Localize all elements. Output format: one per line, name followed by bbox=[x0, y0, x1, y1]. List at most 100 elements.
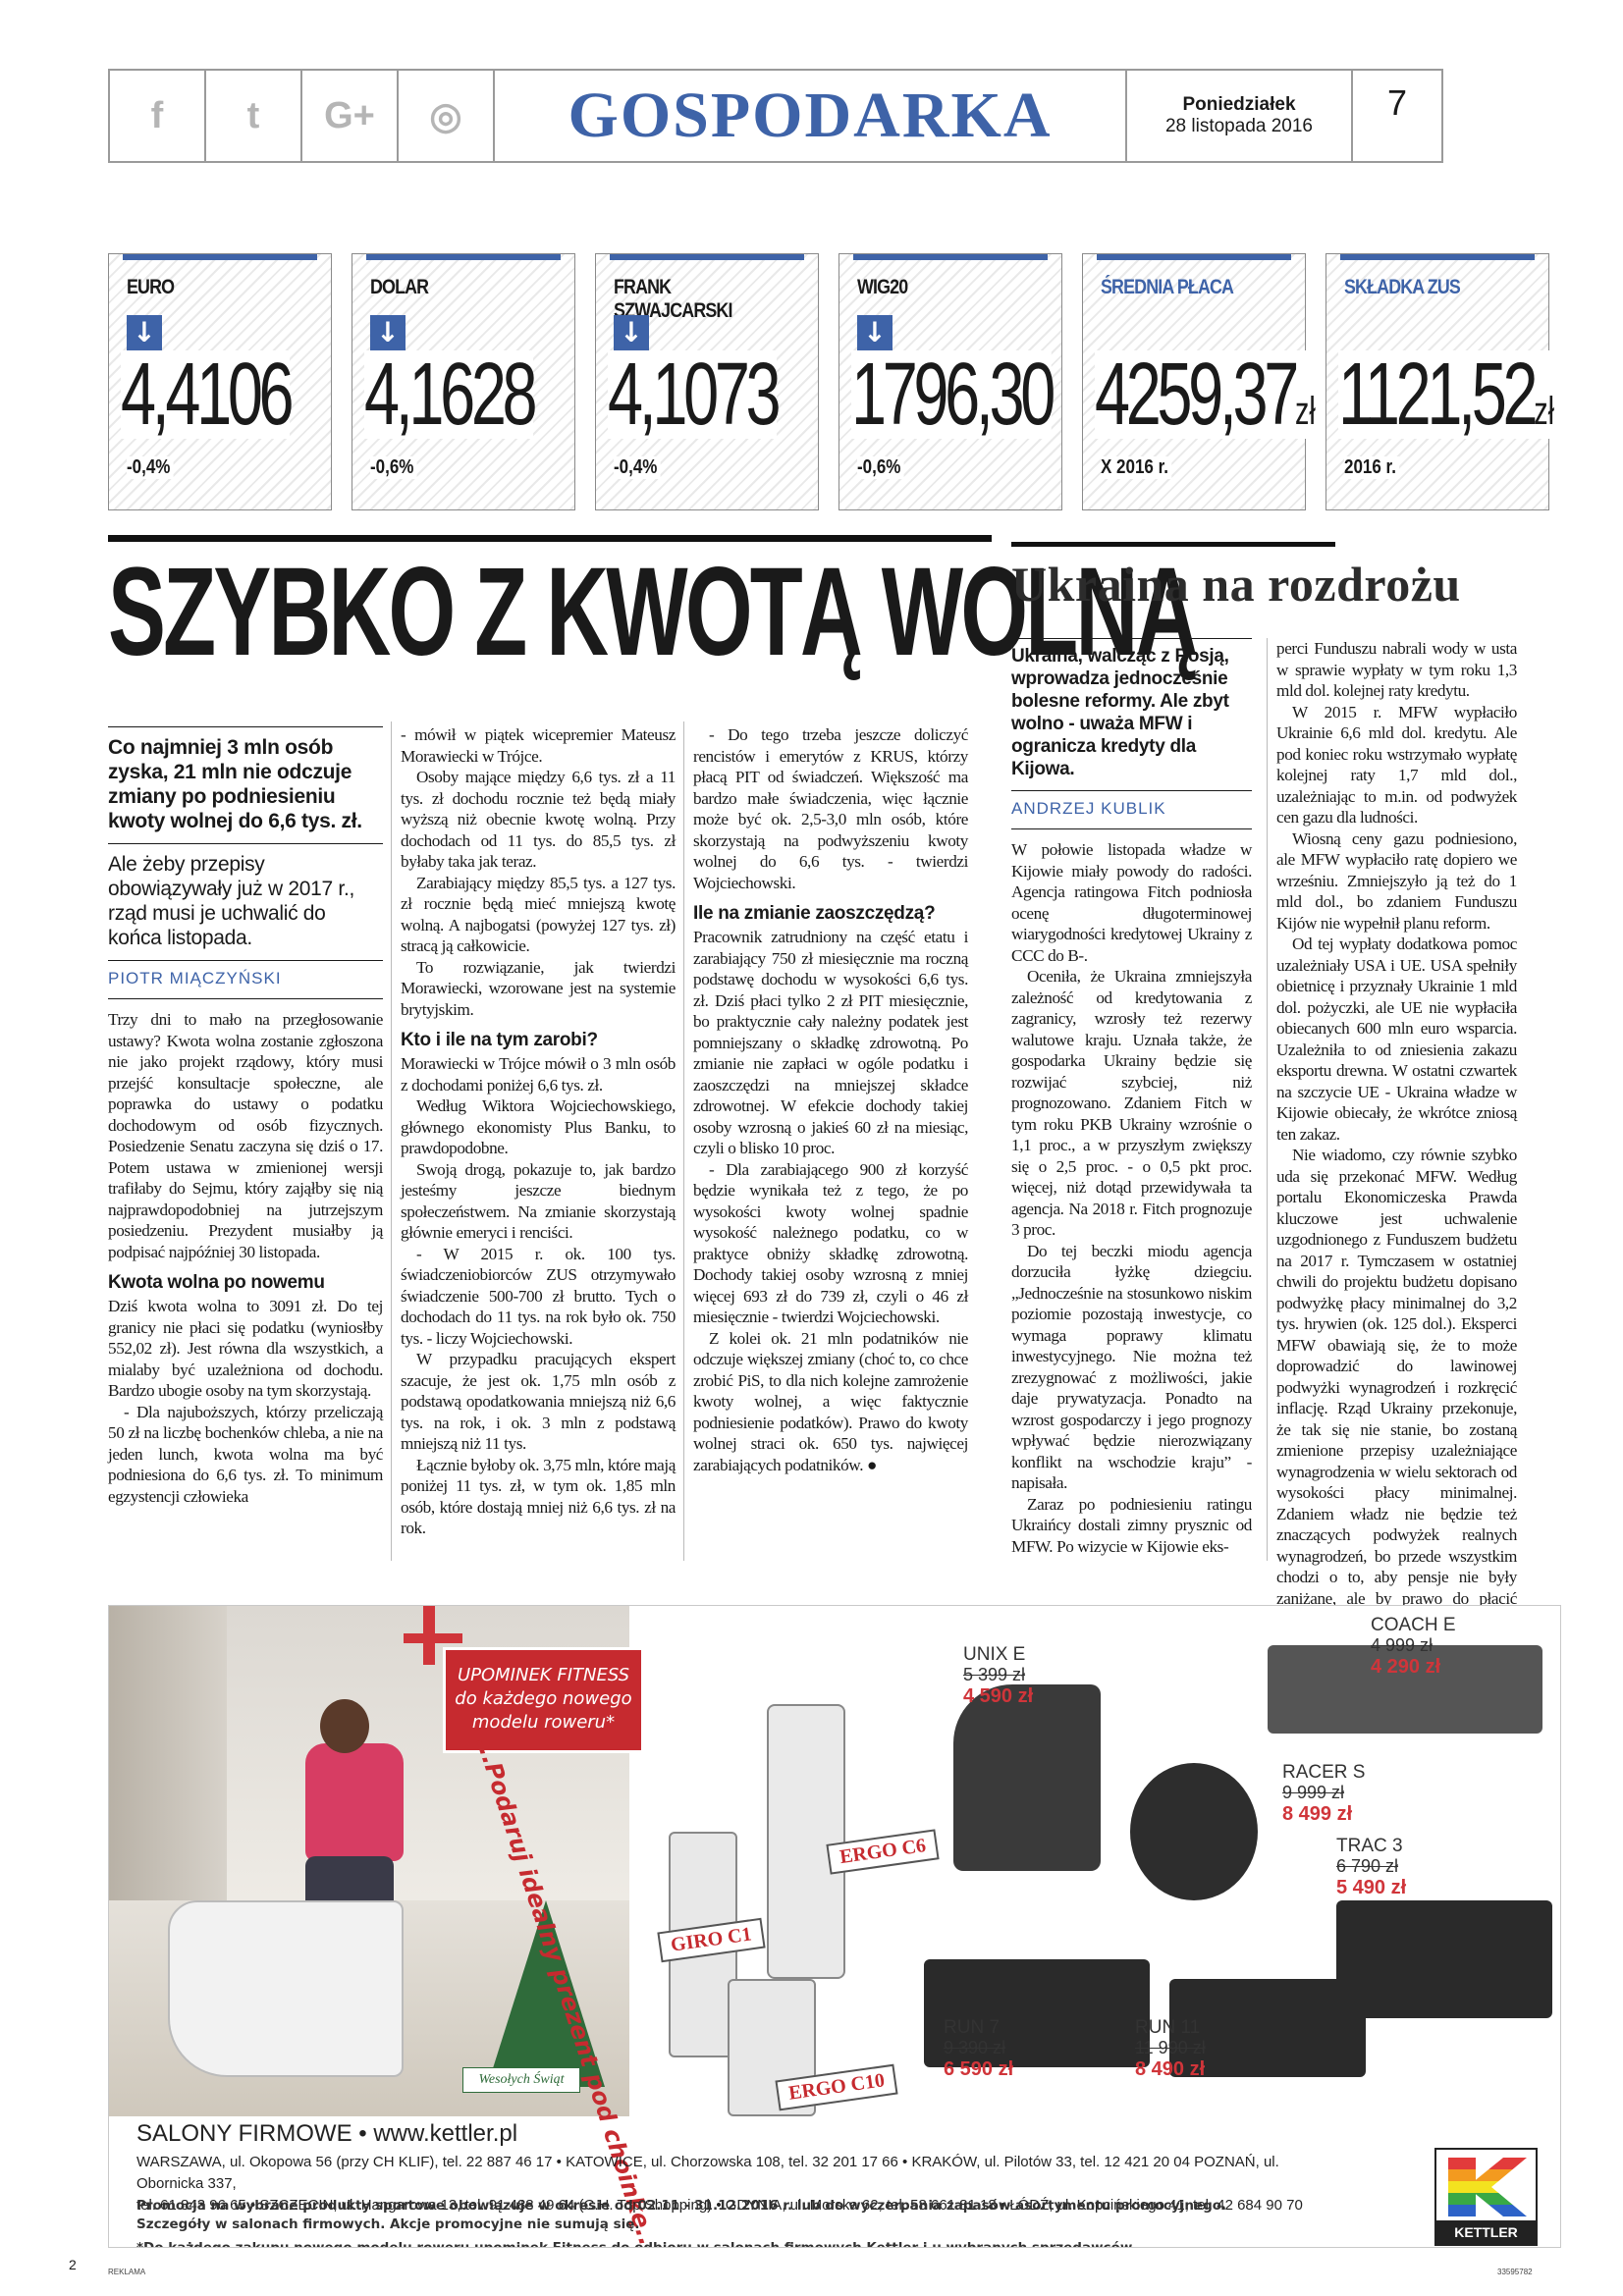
promo-box: UPOMINEK FITNESS do każdego nowego model… bbox=[443, 1647, 644, 1753]
paragraph: Nie wiadomo, czy równie szybko uda się p… bbox=[1276, 1146, 1517, 1650]
ribbon-bow bbox=[404, 1633, 462, 1643]
lead-rule bbox=[108, 726, 383, 727]
woman-head bbox=[320, 1699, 369, 1753]
column-divider bbox=[391, 721, 392, 1561]
paragraph: To rozwiązanie, jak twierdzi Morawiecki,… bbox=[401, 957, 676, 1019]
terms-line: Promocja na wybrane produkty sportowe ob… bbox=[136, 2198, 1227, 2214]
paragraph: - mówił w piątek wicepremier Mateusz Mor… bbox=[401, 725, 676, 766]
paragraph: Osoby mające między 6,6 tys. zł a 11 tys… bbox=[401, 768, 676, 871]
googleplus-icon[interactable]: G+ bbox=[302, 71, 399, 161]
product-name: RACER S bbox=[1282, 1762, 1366, 1783]
column-divider bbox=[1267, 638, 1268, 1561]
paragraph: - Dla zarabiającego 900 zł korzyść będzi… bbox=[693, 1159, 968, 1327]
paragraph: Od tej wypłaty dodatkowa pomoc uzależnia… bbox=[1276, 934, 1517, 1144]
paragraph: - Do tego trzeba jeszcze doliczyć rencis… bbox=[693, 725, 968, 892]
side-column-1: Ukraina, walcząc z Rosją, wprowadza jedn… bbox=[1011, 638, 1252, 1557]
author-byline: PIOTR MIĄCZYŃSKI bbox=[108, 969, 282, 988]
old-price: 9 999 zł bbox=[1282, 1782, 1345, 1802]
product-name: UNIX E bbox=[963, 1644, 1026, 1665]
twitter-icon[interactable]: t bbox=[206, 71, 302, 161]
side-author: ANDRZEJ KUBLIK bbox=[1011, 799, 1166, 818]
address-line: WARSZAWA, ul. Okopowa 56 (przy CH KLIF),… bbox=[136, 2154, 1279, 2192]
ticker-label: EURO bbox=[127, 276, 175, 298]
day-label: Poniedziałek bbox=[1182, 94, 1296, 115]
product-name: RUN 11 bbox=[1135, 2017, 1201, 2038]
new-price: 8 499 zł bbox=[1282, 1802, 1353, 1825]
lead-text: Co najmniej 3 mln osób zyska, 21 mln nie… bbox=[108, 736, 362, 832]
ticker-frank-szwajcarski: FRANK SZWAJCARSKI ↓ 4,1073 -0,4% bbox=[595, 253, 819, 510]
ticker-change: -0,4% bbox=[127, 456, 174, 479]
ticker-number: 4,4106 bbox=[121, 346, 295, 444]
ticker-wig20: WIG20 ↓ 1796,30 -0,6% bbox=[839, 253, 1062, 510]
column-divider bbox=[683, 721, 684, 1561]
subheading: Ile na zmianie zaoszczędzą? bbox=[693, 903, 936, 924]
ticker-label: DOLAR bbox=[370, 276, 429, 298]
product-run-11[interactable]: RUN 11 11 990 zł 8 490 zł bbox=[1135, 2017, 1206, 2080]
ticker-value: 4,1073 bbox=[608, 350, 782, 439]
ticker-change: -0,6% bbox=[857, 456, 904, 479]
paragraph: Do tej beczki miodu agencja dorzuciła ły… bbox=[1011, 1241, 1252, 1493]
ticker-change: X 2016 r. bbox=[1101, 456, 1172, 479]
ticker-dolar: DOLAR ↓ 4,1628 -0,6% bbox=[352, 253, 575, 510]
promo-sub: modelu roweru* bbox=[471, 1712, 616, 1733]
stores-heading[interactable]: SALONY FIRMOWE • www.kettler.pl bbox=[109, 2120, 1560, 2148]
ticker-unit: zł bbox=[1534, 390, 1554, 433]
old-price: 5 399 zł bbox=[963, 1664, 1026, 1684]
bike-ergo-c6 bbox=[767, 1704, 845, 1979]
article-column-2: - mówił w piątek wicepremier Mateusz Mor… bbox=[401, 724, 676, 1539]
ticker-value: 4,4106 bbox=[121, 350, 295, 439]
masthead-bar: f t G+ ◎ GOSPODARKA Poniedziałek 28 list… bbox=[108, 69, 1443, 163]
old-price: 11 990 zł bbox=[1135, 2037, 1206, 2057]
ticker-number: 4259,37 bbox=[1095, 346, 1299, 444]
new-price: 8 490 zł bbox=[1135, 2057, 1206, 2080]
ticker-średnia-płaca: ŚREDNIA PŁACA 4259,37zł X 2016 r. bbox=[1082, 253, 1316, 510]
ticker-change: 2016 r. bbox=[1344, 456, 1400, 479]
bike-racer-s bbox=[1130, 1763, 1258, 1900]
ticker-value: 1121,52zł bbox=[1338, 350, 1554, 439]
author-rule-2 bbox=[108, 998, 383, 999]
ad-code: 33595782 bbox=[1497, 2268, 1533, 2276]
ticker-label: WIG20 bbox=[857, 276, 908, 298]
instagram-icon[interactable]: ◎ bbox=[399, 71, 495, 161]
ad-label: REKLAMA bbox=[108, 2268, 146, 2276]
kettler-wordmark: KETTLER bbox=[1436, 2220, 1536, 2244]
date-box: Poniedziałek 28 listopada 2016 bbox=[1127, 71, 1353, 161]
lead-rule bbox=[1011, 638, 1252, 639]
promo-title: UPOMINEK FITNESS bbox=[457, 1665, 630, 1685]
ticker-number: 1796,30 bbox=[851, 346, 1055, 444]
paragraph: W połowie listopada władze w Kijowie mia… bbox=[1011, 840, 1252, 965]
ticker-value: 4,1628 bbox=[364, 350, 538, 439]
promo-terms: Promocja na wybrane produkty sportowe ob… bbox=[136, 2197, 1344, 2234]
lead-rule-2 bbox=[108, 843, 383, 844]
greeting-card: Wesołych Świąt bbox=[462, 2067, 580, 2093]
exercise-bike bbox=[168, 1900, 404, 2077]
paragraph: Zarabiający między 85,5 tys. a 127 tys. … bbox=[401, 873, 676, 956]
advertisement[interactable]: Wesołych Świąt UPOMINEK FITNESS do każde… bbox=[108, 1605, 1561, 2248]
new-price: 6 590 zł bbox=[944, 2057, 1014, 2080]
author-rule-2 bbox=[1011, 828, 1252, 829]
subheading: Kwota wolna po nowemu bbox=[108, 1272, 325, 1293]
author-rule bbox=[108, 960, 383, 961]
facebook-icon[interactable]: f bbox=[110, 71, 206, 161]
product-trac-3[interactable]: TRAC 3 6 790 zł 5 490 zł bbox=[1336, 1836, 1406, 1898]
author-rule bbox=[1011, 790, 1252, 791]
side-lead: Ukraina, walcząc z Rosją, wprowadza jedn… bbox=[1011, 646, 1229, 779]
paragraph: Oceniła, że Ukraina zmniejszyła zależnoś… bbox=[1011, 967, 1252, 1239]
kettler-logo[interactable]: KETTLER bbox=[1434, 2148, 1538, 2246]
page-number: 7 bbox=[1386, 82, 1408, 123]
side-body: W połowie listopada władze w Kijowie mia… bbox=[1011, 839, 1252, 1557]
product-unix-e[interactable]: UNIX E 5 399 zł 4 590 zł bbox=[963, 1644, 1033, 1707]
paragraph: Pracownik zatrudniony na część etatu i z… bbox=[693, 928, 968, 1157]
ticker-value: 1796,30 bbox=[851, 350, 1055, 439]
product-racer-s[interactable]: RACER S 9 999 zł 8 499 zł bbox=[1282, 1762, 1366, 1825]
ticker-accent bbox=[610, 254, 804, 260]
paragraph: - W 2015 r. ok. 100 tys. świadczeniobior… bbox=[401, 1244, 676, 1348]
ticker-accent bbox=[1097, 254, 1291, 260]
product-coach-e[interactable]: COACH E 4 999 zł 4 290 zł bbox=[1371, 1615, 1456, 1678]
woman-figure bbox=[305, 1743, 404, 1861]
paragraph: - Dla najuboższych, którzy przeliczają 5… bbox=[108, 1402, 383, 1506]
product-run-7[interactable]: RUN 7 9 390 zł 6 590 zł bbox=[944, 2017, 1014, 2080]
ticker-change: -0,6% bbox=[370, 456, 417, 479]
ticker-label: ŚREDNIA PŁACA bbox=[1101, 276, 1234, 298]
product-name: COACH E bbox=[1371, 1615, 1456, 1635]
